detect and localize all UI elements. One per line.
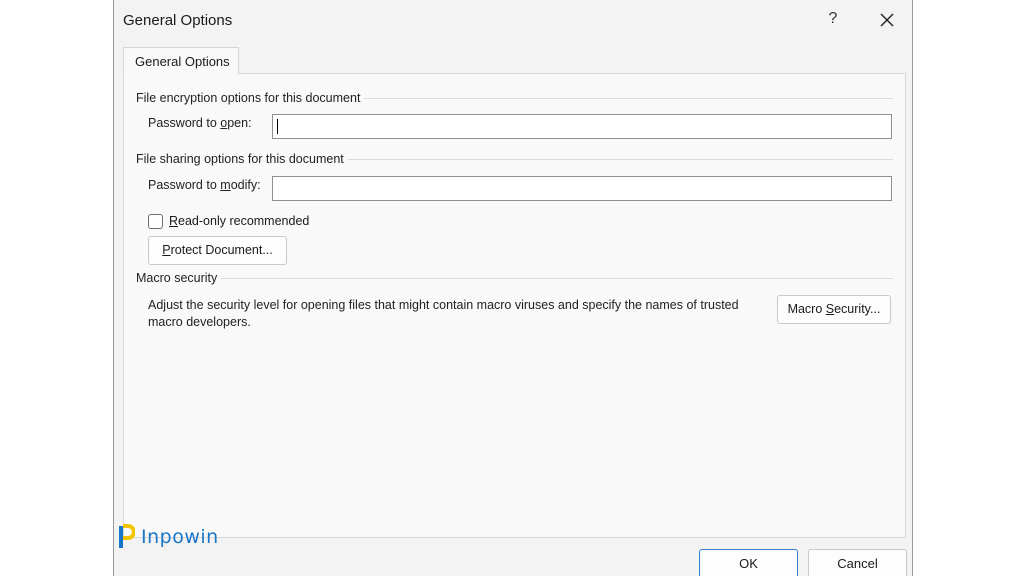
title-bar: General Options ? [114,0,912,39]
general-options-dialog: General Options ? General Options File e… [113,0,913,576]
protect-document-button[interactable]: Protect Document... [148,236,287,265]
text-caret [277,119,278,134]
inpowin-logo-icon [119,524,135,548]
cancel-button[interactable]: Cancel [808,549,907,576]
macro-divider [136,278,893,279]
macro-section-label: Macro security [136,271,222,285]
password-modify-label: Password to modify: [148,178,261,192]
close-icon [880,13,894,27]
tab-general-options[interactable]: General Options [123,47,239,74]
readonly-checkbox[interactable] [148,214,163,229]
close-button[interactable] [874,7,900,33]
password-open-input[interactable] [272,114,892,139]
sharing-section-label: File sharing options for this document [136,152,348,166]
tab-panel: File encryption options for this documen… [123,73,906,538]
watermark-text: Inpowin [141,526,219,548]
dialog-title: General Options [123,12,233,29]
inpowin-watermark: Inpowin [117,524,219,550]
readonly-label[interactable]: Read-only recommended [169,214,309,228]
password-modify-input[interactable] [272,176,892,201]
macro-security-button[interactable]: Macro Security... [777,295,891,324]
help-button[interactable]: ? [822,7,844,31]
encryption-section-label: File encryption options for this documen… [136,91,365,105]
macro-description: Adjust the security level for opening fi… [148,298,739,329]
ok-button[interactable]: OK [699,549,798,576]
password-open-label: Password to open: [148,116,252,130]
